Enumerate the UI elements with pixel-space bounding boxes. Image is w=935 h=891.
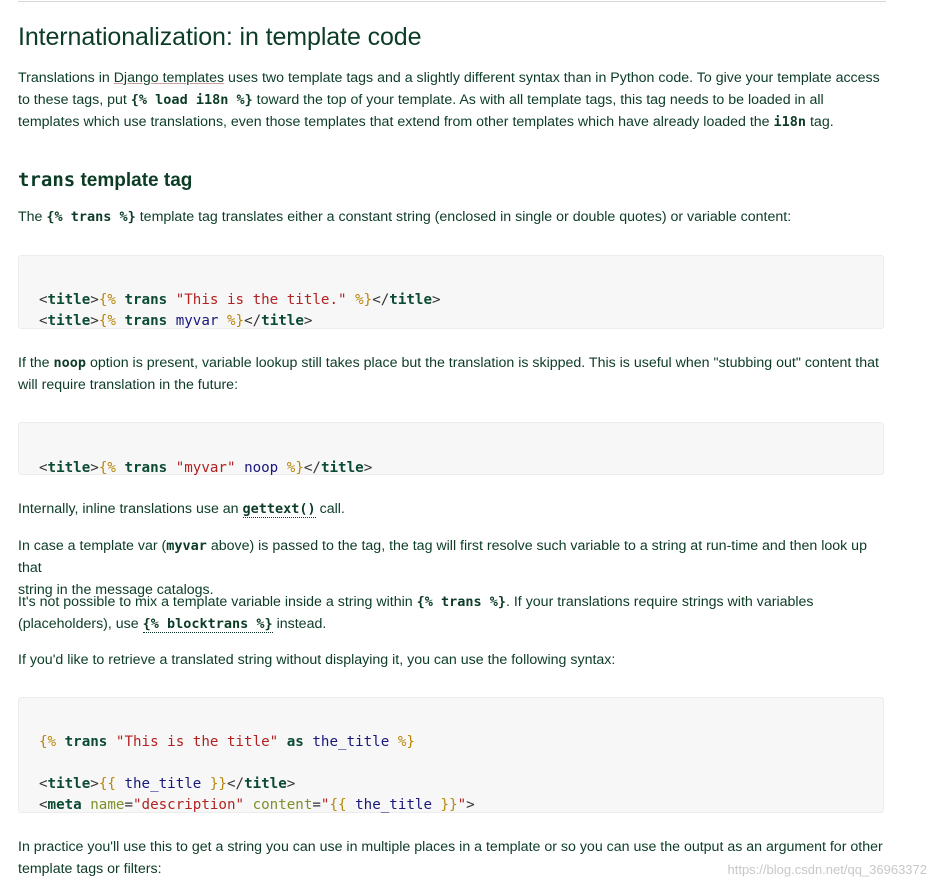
intro-paragraph: Translations in Django templates uses tw… <box>18 67 886 133</box>
text: In practice you'll use this to get a str… <box>18 839 883 855</box>
text: If the <box>18 355 54 371</box>
code-line: <title>{{ the_title }}</title> <box>39 776 296 792</box>
text: templates which use translations, even t… <box>18 114 774 130</box>
inline-code: myvar <box>166 538 207 554</box>
django-templates-link[interactable]: Django templates <box>114 70 224 86</box>
heading-code: trans <box>18 169 76 191</box>
text: uses two template tags and a slightly di… <box>224 70 880 86</box>
text: call. <box>315 501 345 517</box>
inline-code: {% blocktrans %} <box>142 616 273 632</box>
paragraph: If you'd like to retrieve a translated s… <box>18 652 616 668</box>
page-title: Internationalization: in template code <box>18 23 422 51</box>
code-line: {% trans "This is the title" as the_titl… <box>39 734 415 750</box>
code-line: <title>{% trans myvar %}</title> <box>39 313 313 329</box>
code-line: <meta name="description" content="{{ the… <box>39 797 475 813</box>
code-line: <title>{% trans "myvar" noop %}</title> <box>39 460 373 476</box>
text: toward the top of your template. As with… <box>252 92 824 108</box>
text: The <box>18 209 47 225</box>
text: (placeholders), use <box>18 616 143 632</box>
code-block: {% trans "This is the title" as the_titl… <box>18 697 884 813</box>
text: . If your translations require strings w… <box>505 594 814 610</box>
section-heading: trans template tag <box>18 169 192 192</box>
code-line: <title>{% trans "This is the title." %}<… <box>39 292 441 308</box>
text: to these tags, put <box>18 92 131 108</box>
inline-code: noop <box>53 355 87 371</box>
text: template tag translates either a constan… <box>135 209 792 225</box>
paragraph: The {% trans %} template tag translates … <box>18 206 886 228</box>
blocktrans-link[interactable]: {% blocktrans %} <box>142 616 273 633</box>
text: In case a template var ( <box>18 538 167 554</box>
paragraph: Internally, inline translations use an g… <box>18 498 886 520</box>
top-divider <box>18 1 886 2</box>
inline-code: {% trans %} <box>46 209 136 225</box>
text: template tags or filters: <box>18 861 162 877</box>
paragraph: It's not possible to mix a template vari… <box>18 591 886 635</box>
heading-text: template tag <box>75 170 193 191</box>
watermark: https://blog.csdn.net/qq_36963372 <box>727 862 928 877</box>
inline-code: {% load i18n %} <box>130 92 253 108</box>
link-text: Django templates <box>113 70 225 86</box>
code-block: <title>{% trans "This is the title." %}<… <box>18 255 884 329</box>
paragraph: If the noop option is present, variable … <box>18 352 886 396</box>
text: instead. <box>272 616 327 632</box>
text: It's not possible to mix a template vari… <box>18 594 417 610</box>
inline-code: gettext() <box>242 501 316 517</box>
inline-code: i18n <box>773 114 807 130</box>
gettext-link[interactable]: gettext() <box>242 501 316 518</box>
text: will require translation in the future: <box>18 377 239 393</box>
text: option is present, variable lookup still… <box>86 355 879 371</box>
code-block: <title>{% trans "myvar" noop %}</title> <box>18 422 884 476</box>
inline-code: {% trans %} <box>416 594 506 610</box>
text: Internally, inline translations use an <box>18 501 243 517</box>
text: Translations in <box>18 70 114 86</box>
text: tag. <box>806 114 834 130</box>
